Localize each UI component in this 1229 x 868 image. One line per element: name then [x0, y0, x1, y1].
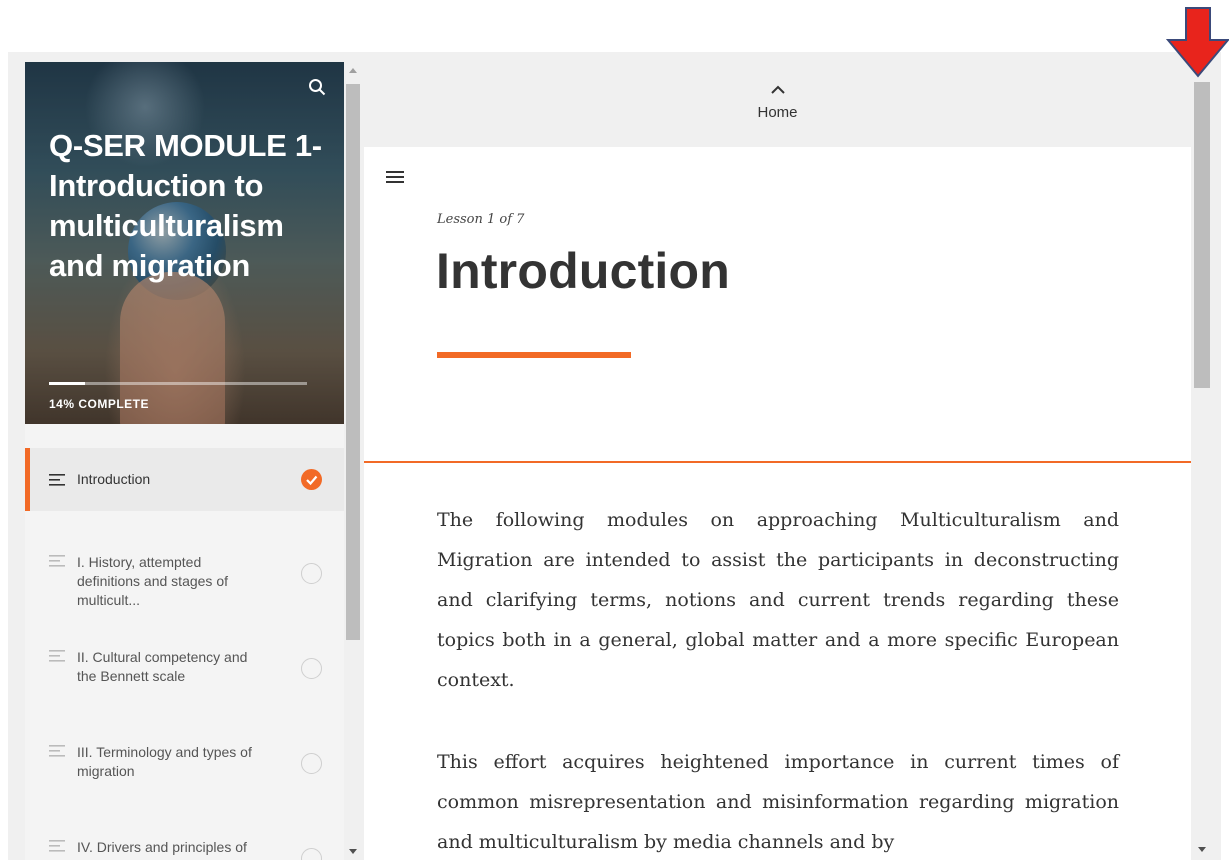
lesson-title: Introduction — [436, 243, 731, 299]
lesson-item[interactable]: III. Terminology and types of migration — [25, 719, 344, 814]
checkmark-icon — [306, 475, 318, 486]
lesson-paragraph: The following modules on approaching Mul… — [437, 509, 1119, 691]
home-button[interactable]: Home — [364, 62, 1191, 147]
lesson-item[interactable]: IV. Drivers and principles of — [25, 814, 344, 860]
page-scrollbar[interactable] — [1191, 62, 1221, 860]
lesson-content: Home Lesson 1 of 7 Introduction The foll… — [364, 62, 1191, 860]
lesson-label: I. History, attempted definitions and st… — [77, 554, 228, 608]
scroll-down-arrow-icon[interactable] — [349, 849, 357, 854]
lesson-counter: Lesson 1 of 7 — [437, 212, 525, 227]
course-hero: Q-SER MODULE 1- Introduction to multicul… — [25, 62, 344, 424]
course-progress-bar — [49, 382, 307, 385]
lesson-label: IV. Drivers and principles of — [77, 839, 247, 855]
sidebar-scroll-thumb[interactable] — [346, 84, 360, 640]
lesson-lines-icon — [49, 745, 65, 757]
lesson-lines-icon — [49, 840, 65, 852]
menu-icon[interactable] — [386, 170, 404, 184]
title-underline — [437, 352, 631, 358]
course-progress-fill — [49, 382, 86, 385]
lesson-complete-badge — [301, 469, 322, 490]
course-title: Q-SER MODULE 1- Introduction to multicul… — [49, 128, 322, 283]
sidebar: Q-SER MODULE 1- Introduction to multicul… — [25, 62, 344, 860]
course-progress-label: 14% COMPLETE — [49, 397, 150, 411]
lesson-label: Introduction — [77, 471, 151, 487]
sidebar-scrollbar[interactable] — [344, 62, 362, 860]
lesson-paragraph: This effort acquires heightened importan… — [437, 751, 1119, 853]
search-icon[interactable] — [308, 78, 326, 96]
scroll-up-arrow-icon[interactable] — [349, 68, 357, 73]
lesson-lines-icon — [49, 474, 65, 486]
lesson-lines-icon — [49, 650, 65, 662]
red-arrow-down-icon — [1166, 7, 1229, 78]
app-frame: Q-SER MODULE 1- Introduction to multicul… — [8, 52, 1221, 860]
lesson-label: III. Terminology and types of migration — [77, 744, 252, 779]
lesson-body: The following modules on approaching Mul… — [437, 500, 1119, 860]
lesson-item[interactable]: I. History, attempted definitions and st… — [25, 529, 344, 624]
chevron-up-icon — [771, 85, 785, 94]
lesson-item[interactable]: Introduction — [25, 448, 344, 511]
lesson-item[interactable]: II. Cultural competency and the Bennett … — [25, 624, 344, 719]
lesson-list: Introduction I. History, attempted defini… — [25, 448, 344, 860]
lesson-label: II. Cultural competency and the Bennett … — [77, 649, 248, 684]
page-scroll-thumb[interactable] — [1194, 82, 1210, 388]
lesson-status-circle — [301, 658, 322, 679]
lesson-lines-icon — [49, 555, 65, 567]
page-scroll-down-arrow-icon[interactable] — [1198, 847, 1206, 852]
section-divider — [364, 461, 1191, 463]
home-label: Home — [757, 104, 798, 121]
lesson-status-circle — [301, 753, 322, 774]
lesson-status-circle — [301, 848, 322, 860]
lesson-status-circle — [301, 563, 322, 584]
